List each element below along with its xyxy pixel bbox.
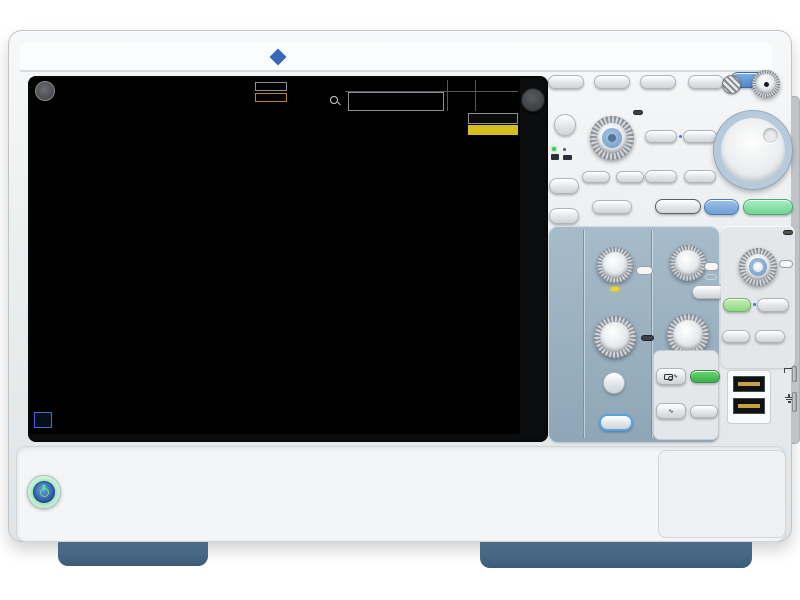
vertical-position-knob[interactable] bbox=[597, 247, 633, 283]
trigger-level-knob[interactable] bbox=[739, 248, 777, 286]
b-trig-button[interactable] bbox=[755, 330, 785, 343]
ch-util-button[interactable] bbox=[603, 372, 625, 394]
search-button[interactable] bbox=[592, 200, 632, 214]
vertical-fine-led bbox=[641, 335, 654, 341]
model-name bbox=[298, 48, 305, 59]
status-divider bbox=[447, 80, 448, 111]
intensity-knob[interactable] bbox=[722, 75, 741, 94]
brand-diamond-icon bbox=[269, 48, 287, 66]
print-led bbox=[552, 147, 556, 151]
vertical-0div-chip bbox=[636, 266, 653, 275]
state-chip[interactable] bbox=[255, 93, 287, 102]
trigger-info-box[interactable] bbox=[348, 92, 444, 111]
left-foot bbox=[58, 538, 208, 566]
panel-groove bbox=[583, 230, 585, 438]
display-button[interactable] bbox=[645, 170, 677, 183]
analysis-button[interactable] bbox=[640, 75, 676, 89]
wave-icon: ∿ bbox=[668, 408, 674, 415]
print-led2 bbox=[563, 148, 566, 151]
measure-button[interactable] bbox=[594, 75, 630, 89]
horizontal-position-knob[interactable] bbox=[670, 245, 706, 281]
auto-button[interactable] bbox=[645, 130, 677, 143]
mode-button[interactable] bbox=[722, 330, 750, 343]
oscilloscope-product-view: ∿ ∿ bbox=[0, 0, 800, 600]
snap-shot-button[interactable]: ∿ bbox=[656, 368, 686, 385]
clear-trace-button[interactable]: ∿ bbox=[656, 403, 686, 419]
menu-icon[interactable] bbox=[35, 81, 55, 101]
esc-button[interactable] bbox=[521, 88, 545, 112]
power-button[interactable] bbox=[27, 475, 61, 509]
print-button[interactable] bbox=[554, 114, 576, 136]
right-foot bbox=[480, 538, 752, 568]
zoom-knob[interactable] bbox=[590, 116, 634, 160]
horizontal-50-chip bbox=[704, 262, 719, 271]
usb-port-1[interactable] bbox=[733, 376, 765, 392]
set-knob[interactable] bbox=[752, 70, 780, 98]
logo-strip bbox=[20, 42, 772, 72]
usb-port-2[interactable] bbox=[733, 398, 765, 414]
edge-button[interactable] bbox=[723, 298, 751, 312]
vertical-scale-knob[interactable] bbox=[594, 316, 636, 358]
jog-shuttle-knob[interactable] bbox=[713, 110, 793, 190]
file-button[interactable] bbox=[549, 178, 579, 194]
logic-button[interactable] bbox=[599, 414, 633, 431]
power-icon-bar bbox=[43, 484, 45, 490]
default-button[interactable] bbox=[683, 130, 717, 143]
ground-terminal bbox=[792, 392, 797, 412]
run-stop-button[interactable] bbox=[743, 199, 793, 215]
utility-button[interactable] bbox=[549, 208, 579, 224]
history-button[interactable] bbox=[655, 199, 701, 214]
acquire-button[interactable] bbox=[684, 170, 716, 183]
knob-dimple bbox=[763, 128, 778, 143]
camera-icon bbox=[663, 374, 673, 381]
setup-led bbox=[679, 135, 682, 138]
help-button[interactable] bbox=[690, 405, 718, 418]
single-button[interactable] bbox=[704, 199, 739, 215]
trigger-type-led bbox=[753, 303, 756, 306]
touch-button[interactable] bbox=[690, 370, 720, 383]
zoom2-button[interactable] bbox=[616, 171, 644, 183]
waveform-grid bbox=[30, 112, 520, 400]
cursor-button[interactable] bbox=[548, 75, 584, 89]
comp-terminal bbox=[792, 366, 797, 382]
snapshot-panel bbox=[653, 350, 719, 440]
usb-frame bbox=[727, 370, 771, 424]
vertical-led bbox=[611, 287, 619, 291]
folder-icon bbox=[551, 154, 559, 160]
zoom-push-led bbox=[633, 110, 643, 115]
zoom1-button[interactable] bbox=[582, 171, 610, 183]
waveform-thumbnail-icon[interactable] bbox=[34, 412, 52, 428]
screen-bezel bbox=[28, 76, 548, 442]
enhanced-button[interactable] bbox=[757, 298, 789, 312]
logic-input-panel bbox=[658, 450, 786, 538]
logic-chip[interactable] bbox=[255, 82, 287, 91]
record-length-badge bbox=[468, 125, 518, 135]
trigd-led bbox=[783, 230, 793, 235]
status-divider bbox=[475, 80, 476, 111]
power-button-face bbox=[33, 481, 55, 503]
wave-icon: ∿ bbox=[672, 373, 679, 380]
zoom-search-icon[interactable] bbox=[330, 96, 338, 104]
printer-icon bbox=[563, 155, 572, 160]
oscilloscope-display bbox=[30, 78, 520, 434]
horizontal-aux-chip bbox=[705, 274, 717, 280]
math-ref-button[interactable] bbox=[688, 75, 724, 89]
trigger-50-chip bbox=[779, 260, 793, 268]
timebase-readout bbox=[468, 113, 518, 124]
